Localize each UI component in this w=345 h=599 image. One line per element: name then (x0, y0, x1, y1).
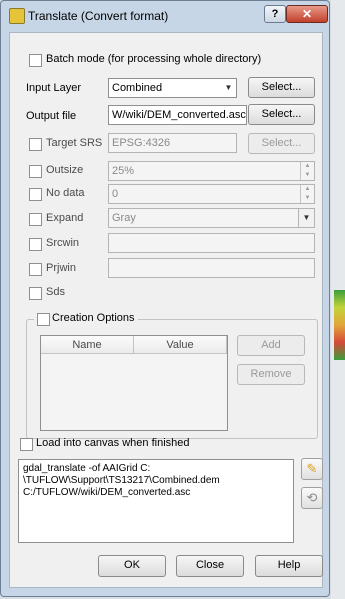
target-srs-input[interactable]: EPSG:4326 (108, 133, 237, 153)
background-map-strip (331, 0, 345, 599)
outsize-label: Outsize (46, 164, 84, 176)
command-line: \TUFLOW\Support\TS13217\Combined.dem (23, 475, 220, 486)
target-srs-label: Target SRS (46, 137, 103, 149)
nodata-spinbox[interactable]: 0 ▲ ▼ (108, 184, 315, 204)
input-layer-select-button[interactable]: Select... (248, 77, 315, 98)
prjwin-label: Prjwin (46, 262, 76, 274)
prjwin-checkbox[interactable] (29, 263, 42, 276)
target-srs-checkbox[interactable] (29, 138, 42, 151)
nodata-spin-buttons[interactable]: ▲ ▼ (300, 185, 314, 203)
window-title: Translate (Convert format) (28, 9, 169, 23)
input-layer-label: Input Layer (26, 82, 82, 94)
outsize-checkbox[interactable] (29, 165, 42, 178)
expand-combo[interactable]: Gray ▼ (108, 208, 315, 228)
chevron-down-icon: ▼ (221, 79, 236, 97)
dialog-body: Batch mode (for processing whole directo… (9, 32, 323, 588)
expand-value: Gray (112, 212, 136, 224)
command-line: gdal_translate -of AAIGrid C: (23, 463, 151, 474)
batch-mode-checkbox[interactable] (29, 54, 42, 67)
sds-label: Sds (46, 286, 65, 298)
srcwin-input[interactable] (108, 233, 315, 253)
output-file-select-button[interactable]: Select... (248, 104, 315, 125)
map-preview-fragment (334, 290, 345, 360)
output-file-label: Output file (26, 110, 77, 122)
help-button[interactable]: Help (255, 555, 323, 577)
chevron-down-icon: ▼ (298, 209, 314, 227)
expand-label: Expand (46, 212, 84, 224)
creation-options-table[interactable]: Name Value (40, 335, 228, 431)
edit-command-button[interactable]: ✎ (301, 458, 323, 480)
outsize-spin-buttons[interactable]: ▲ ▼ (300, 162, 314, 180)
load-canvas-checkbox[interactable] (20, 438, 33, 451)
output-file-input[interactable]: W/wiki/DEM_converted.asc (108, 105, 247, 125)
input-layer-value: Combined (112, 82, 163, 94)
spin-down-icon: ▼ (304, 172, 311, 178)
add-option-button[interactable]: Add (237, 335, 305, 356)
expand-checkbox[interactable] (29, 213, 42, 226)
command-text[interactable]: gdal_translate -of AAIGrid C: \TUFLOW\Su… (18, 459, 294, 543)
table-header-name[interactable]: Name (41, 336, 134, 354)
outsize-value: 25% (112, 165, 135, 177)
spin-down-icon: ▼ (304, 195, 311, 201)
nodata-checkbox[interactable] (29, 188, 42, 201)
nodata-label: No data (46, 187, 85, 199)
creation-options-checkbox[interactable] (37, 313, 50, 326)
reset-command-button[interactable]: ⟲ (301, 487, 323, 509)
creation-options-label: Creation Options (52, 312, 135, 324)
remove-option-button[interactable]: Remove (237, 364, 305, 385)
load-canvas-label: Load into canvas when finished (36, 437, 190, 449)
batch-mode-label: Batch mode (for processing whole directo… (46, 53, 262, 65)
reset-icon: ⟲ (306, 490, 318, 505)
app-icon (9, 8, 25, 24)
target-srs-select-button[interactable]: Select... (248, 133, 315, 154)
ok-button[interactable]: OK (98, 555, 166, 577)
outsize-spinbox[interactable]: 25% ▲ ▼ (108, 161, 315, 181)
spin-up-icon: ▲ (304, 186, 311, 192)
srcwin-checkbox[interactable] (29, 238, 42, 251)
translate-dialog: Translate (Convert format) ? ✕ Batch mod… (0, 0, 330, 597)
creation-options-header: Creation Options (34, 311, 138, 327)
table-header-value[interactable]: Value (134, 336, 227, 354)
title-close-button[interactable]: ✕ (286, 5, 328, 23)
spin-up-icon: ▲ (304, 163, 311, 169)
nodata-value: 0 (112, 188, 119, 200)
sds-checkbox[interactable] (29, 287, 42, 300)
srcwin-label: Srcwin (46, 237, 80, 249)
pencil-icon: ✎ (306, 461, 318, 476)
title-bar: Translate (Convert format) ? ✕ (1, 1, 329, 31)
close-button[interactable]: Close (176, 555, 244, 577)
command-line: C:/TUFLOW/wiki/DEM_converted.asc (23, 487, 191, 498)
input-layer-combo[interactable]: Combined ▼ (108, 78, 237, 98)
title-help-button[interactable]: ? (264, 5, 286, 23)
prjwin-input[interactable] (108, 258, 315, 278)
